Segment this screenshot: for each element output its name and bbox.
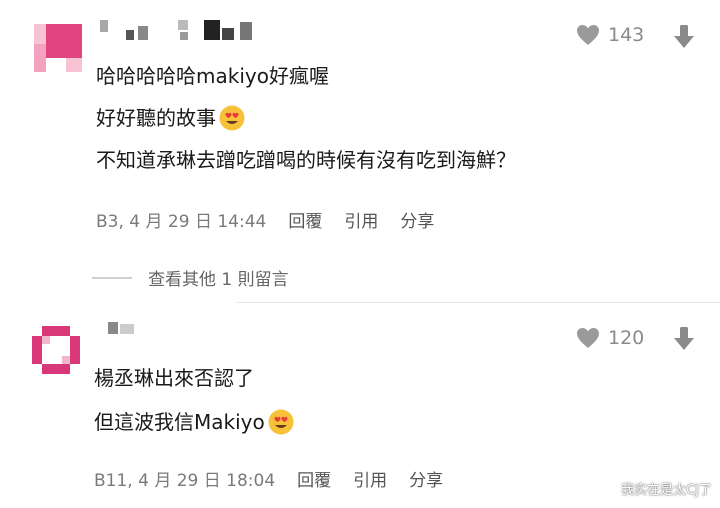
- like-button[interactable]: 143: [576, 24, 644, 46]
- divider-dash: [92, 276, 132, 279]
- view-more-replies[interactable]: 查看其他 1 則留言: [92, 265, 289, 290]
- watermark: 我实在是太CJ了: [621, 483, 712, 498]
- share-button[interactable]: 分享: [400, 207, 434, 232]
- floor-and-time: B11, 4 月 29 日 18:04: [94, 471, 276, 491]
- username-pixelated[interactable]: [100, 20, 260, 40]
- quote-button[interactable]: 引用: [353, 466, 387, 491]
- comment-text-line: 哈哈哈哈哈makiyo好瘋喔: [96, 64, 329, 88]
- avatar[interactable]: [32, 326, 80, 374]
- comment-text-line: 不知道承琳去蹭吃蹭喝的時候有沒有吃到海鮮？: [96, 148, 516, 172]
- heart-eyes-emoji: [268, 409, 294, 435]
- comment-text-line: 好好聽的故事: [96, 104, 245, 132]
- comment-text-line: 楊丞琳出來否認了: [94, 366, 254, 390]
- like-count: 120: [608, 327, 645, 349]
- share-button[interactable]: 分享: [409, 466, 443, 491]
- heart-icon: [577, 328, 599, 348]
- quote-button[interactable]: 引用: [344, 207, 378, 232]
- floor-and-time: B3, 4 月 29 日 14:44: [96, 212, 267, 232]
- comment-meta: B3, 4 月 29 日 14:44 回覆 引用 分享: [96, 207, 434, 232]
- comment-text-line: 但這波我信Makiyo: [94, 408, 294, 436]
- heart-eyes-emoji: [219, 105, 245, 131]
- comment-meta: B11, 4 月 29 日 18:04 回覆 引用 分享: [94, 466, 443, 491]
- username-pixelated[interactable]: [108, 322, 148, 342]
- like-button[interactable]: 120: [576, 327, 644, 349]
- heart-icon: [577, 25, 599, 45]
- comment-b11: 120 楊丞琳出來否認了 但這波我信Makiyo B11, 4 月 29 日 1…: [0, 302, 720, 508]
- downvote-arrow-icon[interactable]: [673, 25, 695, 49]
- reply-button[interactable]: 回覆: [288, 207, 322, 232]
- like-count: 143: [608, 24, 645, 46]
- comment-b3: 143 哈哈哈哈哈makiyo好瘋喔 好好聽的故事 不知道承琳去蹭吃蹭喝的時候有…: [0, 0, 720, 300]
- reply-button[interactable]: 回覆: [297, 466, 331, 491]
- avatar[interactable]: [34, 24, 82, 72]
- downvote-arrow-icon[interactable]: [673, 327, 695, 351]
